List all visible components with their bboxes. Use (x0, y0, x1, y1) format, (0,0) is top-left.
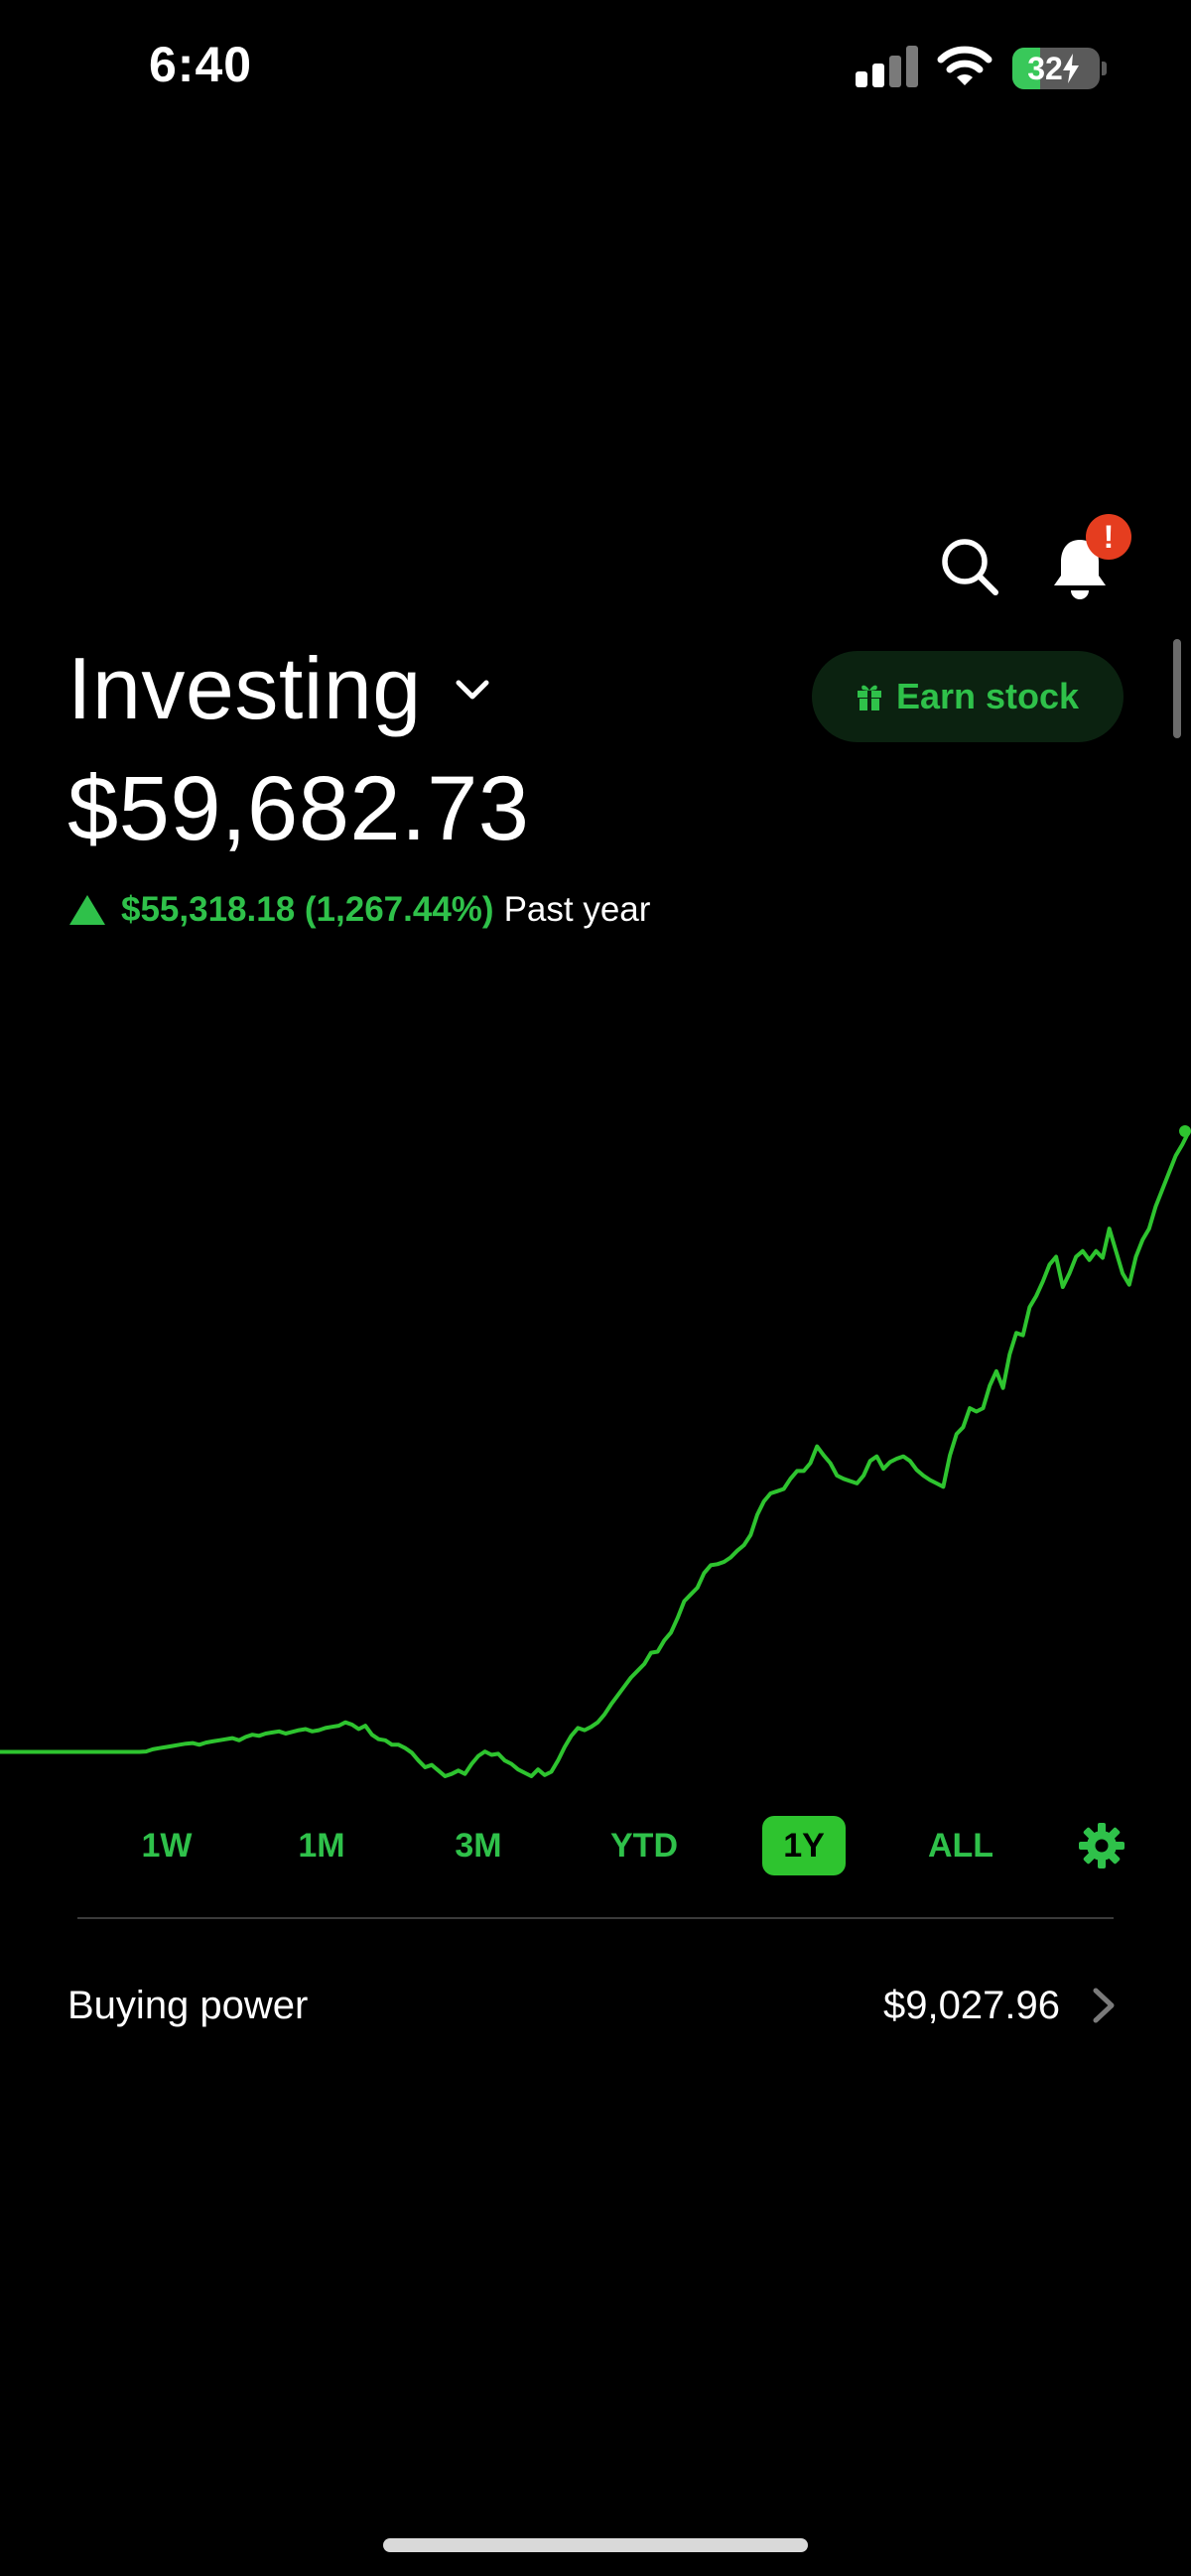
gift-icon (857, 685, 881, 710)
charging-bolt-icon (1062, 54, 1079, 83)
portfolio-chart[interactable] (0, 1092, 1191, 1786)
chevron-down-icon[interactable] (453, 671, 492, 710)
range-tab-1m[interactable]: 1M (284, 1816, 359, 1875)
notification-badge: ! (1086, 514, 1131, 560)
portfolio-value: $59,682.73 (67, 758, 530, 859)
settings-gear-icon[interactable] (1078, 1822, 1125, 1869)
home-indicator[interactable] (383, 2538, 808, 2552)
buying-power-row[interactable]: Buying power $9,027.96 (67, 1975, 1124, 2036)
battery-nub (1102, 62, 1107, 75)
battery-level: 32 (1027, 50, 1063, 86)
earn-stock-button[interactable]: Earn stock (812, 651, 1124, 742)
range-tab-3m[interactable]: 3M (439, 1816, 518, 1875)
change-period: Past year (503, 890, 651, 929)
account-title[interactable]: Investing (67, 639, 422, 738)
range-tab-1y[interactable]: 1Y (762, 1816, 846, 1875)
up-triangle-icon (69, 895, 105, 925)
range-tab-1w[interactable]: 1W (129, 1816, 204, 1875)
change-amount: $55,318.18 (1,267.44%) (121, 890, 494, 929)
earn-stock-label: Earn stock (895, 676, 1080, 716)
battery-icon: 32 (1012, 48, 1100, 89)
buying-power-label: Buying power (67, 1984, 309, 2027)
buying-power-value: $9,027.96 (883, 1984, 1060, 2027)
chevron-right-icon (1093, 1988, 1115, 2023)
scrollbar[interactable] (1173, 639, 1181, 738)
cellular-signal-icon (856, 46, 919, 87)
search-icon[interactable] (939, 536, 1000, 597)
range-tab-ytd[interactable]: YTD (601, 1816, 687, 1875)
divider (77, 1917, 1114, 1919)
current-value-dot (1179, 1125, 1191, 1137)
portfolio-change: $55,318.18 (1,267.44%) Past year (69, 885, 650, 935)
status-time: 6:40 (149, 37, 253, 92)
wifi-icon (937, 46, 992, 85)
portfolio-line (0, 1130, 1191, 1778)
range-tab-all[interactable]: ALL (921, 1816, 1000, 1875)
